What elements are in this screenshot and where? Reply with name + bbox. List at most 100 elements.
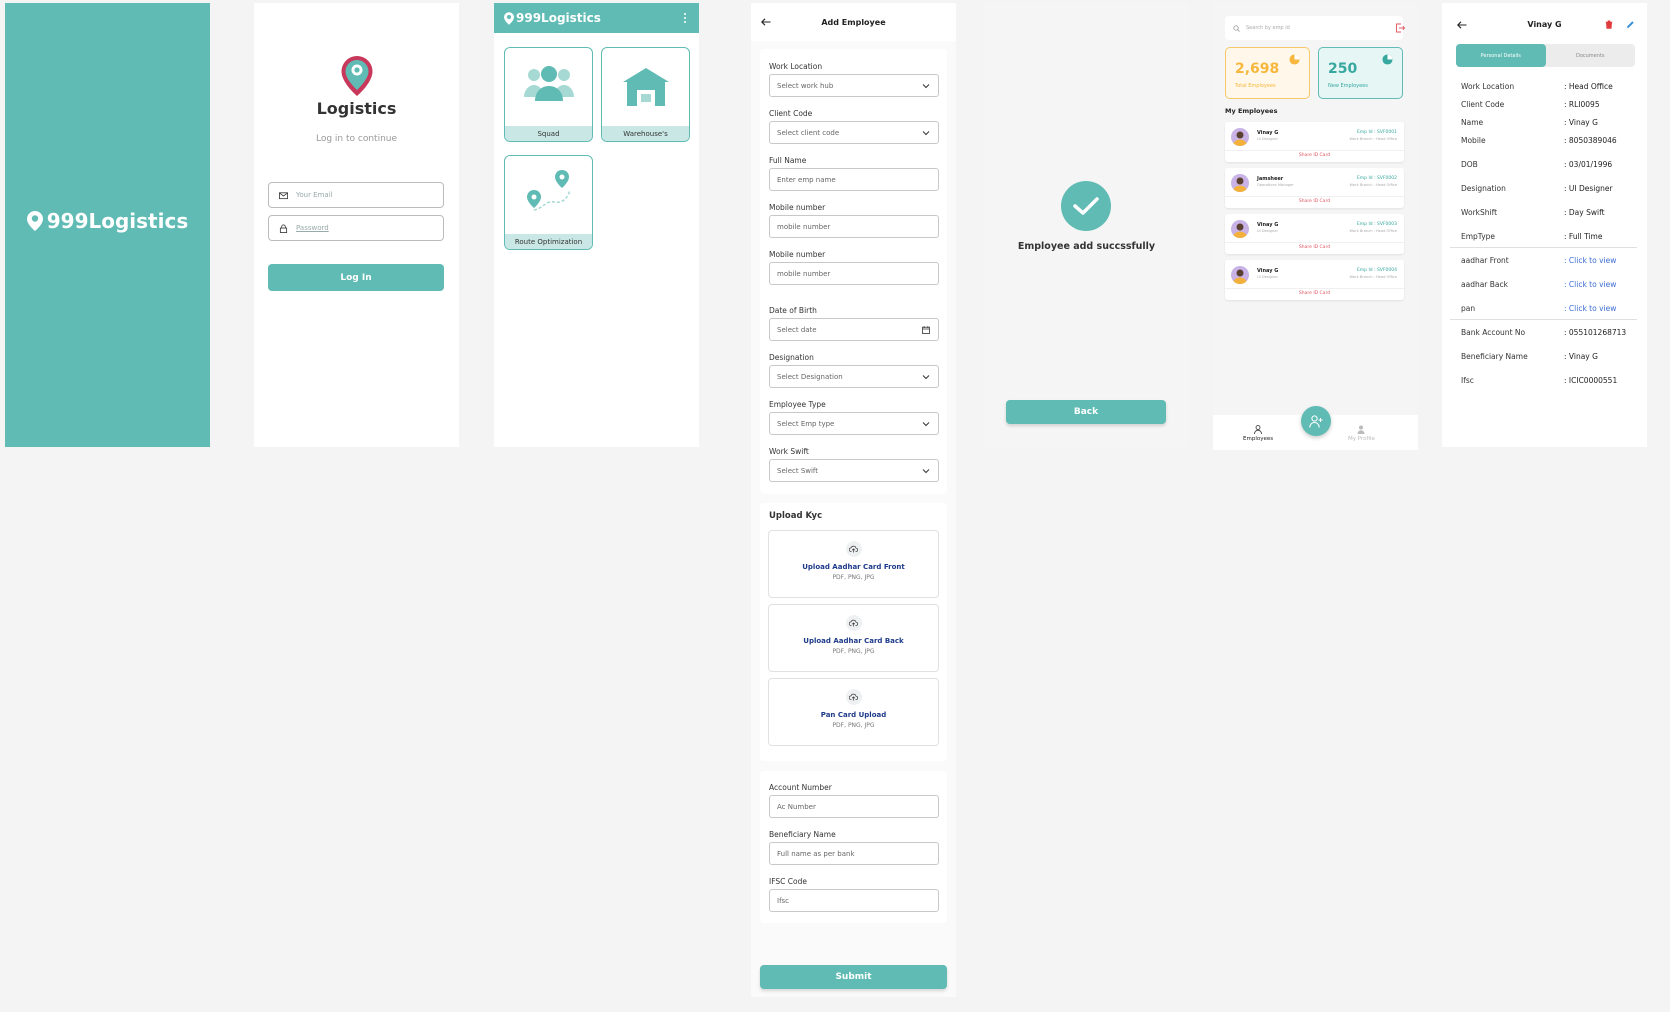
employee-id: Emp Id : SVF0002 (1356, 176, 1397, 181)
input-placeholder: Ac Number (777, 802, 816, 811)
upload-aadhar-back[interactable]: Upload Aadhar Card Back PDF, PNG, JPG (768, 604, 939, 672)
work-swift-dropdown[interactable]: Select Swift (769, 459, 939, 482)
tile-warehouse[interactable]: Warehouse's (601, 47, 690, 142)
email-field[interactable]: Your Email (268, 182, 444, 208)
detail-row: Name: Vinay G (1461, 118, 1639, 127)
employee-branch: Work Branch : Head Office (1349, 183, 1397, 187)
aadhar-back-link[interactable]: : Click to view (1564, 280, 1616, 289)
detail-key: EmpType (1461, 232, 1496, 241)
detail-value: : Full Time (1564, 232, 1603, 241)
edit-icon[interactable] (1626, 20, 1635, 29)
employee-name: Vinay G (1257, 268, 1279, 274)
more-vertical-icon[interactable] (683, 12, 687, 24)
field-label: Designation (769, 353, 814, 362)
upload-aadhar-front[interactable]: Upload Aadhar Card Front PDF, PNG, JPG (768, 530, 939, 598)
employee-type-dropdown[interactable]: Select Emp type (769, 412, 939, 435)
employee-branch: Work Branch : Head Office (1349, 229, 1397, 233)
client-code-dropdown[interactable]: Select client code (769, 121, 939, 144)
password-field[interactable]: Password (268, 215, 444, 241)
aadhar-front-link[interactable]: : Click to view (1564, 256, 1616, 265)
upload-cloud-icon (845, 615, 862, 631)
pan-link[interactable]: : Click to view (1564, 304, 1616, 313)
tab-documents[interactable]: Documents (1546, 44, 1636, 67)
delete-icon[interactable] (1605, 20, 1613, 29)
detail-value: : RLI0095 (1564, 100, 1600, 109)
check-circle-icon (1061, 181, 1111, 231)
share-id-card-link[interactable]: Share ID Card (1225, 153, 1404, 158)
dropdown-value: Select Designation (777, 372, 843, 381)
dropdown-value: Select client code (777, 128, 840, 137)
detail-row: Mobile: 8050389046 (1461, 136, 1639, 145)
tab-personal-details[interactable]: Personal Details (1456, 44, 1546, 67)
work-location-dropdown[interactable]: Select work hub (769, 74, 939, 97)
add-employee-screen: Add Employee Work Location Select work h… (751, 3, 956, 997)
stat-total-employees: 2,698 Total Employees (1225, 47, 1310, 99)
employee-role: UI Designer (1257, 137, 1278, 141)
dropdown-value: Select work hub (777, 81, 834, 90)
detail-row: aadhar Front : Click to view (1461, 256, 1639, 265)
tile-route-optimization[interactable]: Route Optimization (504, 155, 593, 250)
upload-pan-card[interactable]: Pan Card Upload PDF, PNG, JPG (768, 678, 939, 746)
stat-value: 2,698 (1235, 61, 1280, 77)
share-id-card-link[interactable]: Share ID Card (1225, 291, 1404, 296)
lock-icon (279, 224, 288, 233)
employee-card[interactable]: Vinay G UI Designer Emp Id : SVF0003 Wor… (1225, 214, 1404, 254)
field-label: Mobile number (769, 250, 826, 259)
tile-squad[interactable]: Squad (504, 47, 593, 142)
splash-logo-text: 999Logistics (46, 209, 189, 233)
beneficiary-name-input[interactable]: Full name as per bank (769, 842, 939, 865)
upload-title: Upload Aadhar Card Back (803, 637, 904, 645)
home-brand-text: 999Logistics (516, 11, 601, 25)
employee-detail-screen: Vinay G Personal Details Documents Work … (1442, 3, 1647, 447)
mobile-number-input-2[interactable]: mobile number (769, 262, 939, 285)
nav-my-profile[interactable]: My Profile (1348, 425, 1375, 442)
divider (1450, 247, 1637, 248)
share-id-card-link[interactable]: Share ID Card (1225, 199, 1404, 204)
detail-key: DOB (1461, 160, 1478, 169)
chevron-down-icon (922, 468, 930, 473)
field-label: Work Swift (769, 447, 809, 456)
submit-button[interactable]: Submit (760, 965, 947, 989)
search-input[interactable]: Search by emp id (1225, 16, 1403, 40)
section-title: My Employees (1225, 107, 1278, 115)
success-screen: Employee add succssfully Back (984, 3, 1189, 447)
field-label: Beneficiary Name (769, 830, 836, 839)
detail-tabs: Personal Details Documents (1456, 44, 1635, 67)
field-label: Date of Birth (769, 306, 817, 315)
back-arrow-icon[interactable] (761, 18, 771, 26)
employee-id: Emp Id : SVF0004 (1356, 268, 1397, 273)
stat-value: 250 (1328, 61, 1358, 77)
search-placeholder: Search by emp id (1246, 25, 1290, 31)
back-button[interactable]: Back (1006, 400, 1166, 424)
employee-card[interactable]: Vinay G UI Designer Emp Id : SVF0004 Wor… (1225, 260, 1404, 300)
profile-icon (1357, 425, 1365, 434)
input-placeholder: mobile number (777, 222, 831, 231)
add-employee-fab[interactable] (1301, 406, 1331, 436)
share-id-card-link[interactable]: Share ID Card (1225, 245, 1404, 250)
upload-kyc-card: Upload Kyc Upload Aadhar Card Front PDF,… (760, 503, 947, 761)
upload-formats: PDF, PNG, JPG (832, 648, 875, 655)
route-icon (526, 170, 571, 211)
ifsc-code-input[interactable]: Ifsc (769, 889, 939, 912)
chevron-down-icon (922, 421, 930, 426)
home-brand: 999Logistics (504, 11, 601, 25)
detail-key: aadhar Front (1461, 256, 1509, 265)
logout-icon[interactable] (1395, 23, 1405, 33)
email-placeholder: Your Email (296, 191, 333, 199)
full-name-input[interactable]: Enter emp name (769, 168, 939, 191)
divider (1225, 150, 1404, 151)
employee-id: Emp Id : SVF0001 (1356, 130, 1397, 135)
employee-card[interactable]: Vinay G UI Designer Emp Id : SVF0001 Wor… (1225, 122, 1404, 162)
date-of-birth-input[interactable]: Select date (769, 318, 939, 341)
upload-cloud-icon (845, 689, 862, 705)
employee-card[interactable]: Jamsheer Operations Manager Emp Id : SVF… (1225, 168, 1404, 208)
tile-label: Warehouse's (602, 126, 689, 141)
account-number-input[interactable]: Ac Number (769, 795, 939, 818)
stat-new-employees: 250 New Employees (1318, 47, 1403, 99)
login-button[interactable]: Log In (268, 264, 444, 291)
nav-employees[interactable]: Employees (1243, 425, 1273, 442)
mobile-number-input[interactable]: mobile number (769, 215, 939, 238)
designation-dropdown[interactable]: Select Designation (769, 365, 939, 388)
form-header: Add Employee (751, 3, 956, 41)
avatar (1231, 174, 1249, 192)
